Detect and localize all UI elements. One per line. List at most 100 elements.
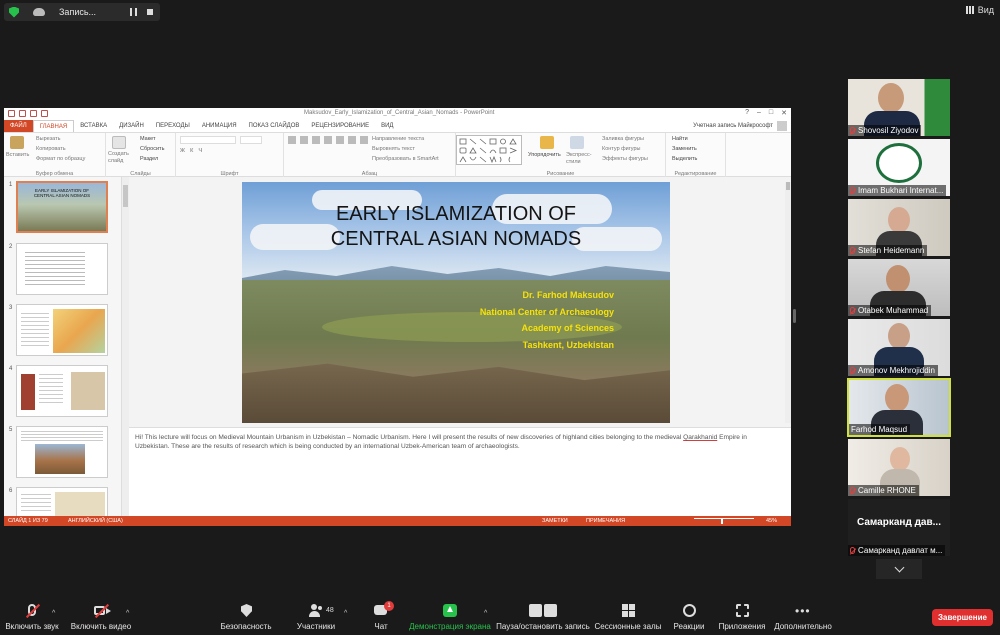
author-affiliation-1: National Center of Archaeology	[479, 306, 614, 317]
account-avatar[interactable]	[777, 121, 787, 131]
speaker-notes[interactable]: Hi! This lecture will focus on Medieval …	[129, 427, 791, 516]
tab-transitions[interactable]: ПЕРЕХОДЫ	[150, 120, 196, 132]
apps-button[interactable]: Приложения	[718, 598, 766, 635]
share-resize-handle[interactable]	[793, 309, 796, 323]
list-buttons[interactable]	[288, 136, 368, 144]
reset-button[interactable]: Сбросить	[140, 146, 164, 152]
notes-toggle[interactable]: ЗАМЕТКИ	[542, 518, 568, 524]
breakout-rooms-button[interactable]: Сессионные залы	[595, 598, 661, 635]
slide-scroll-thumb[interactable]	[786, 182, 790, 190]
zoom-slider[interactable]	[694, 518, 754, 519]
new-slide-button[interactable]: Создать слайд	[108, 151, 132, 165]
slide-thumbnail-6[interactable]	[16, 487, 108, 516]
security-button[interactable]: Безопасность	[220, 598, 272, 635]
find-button[interactable]: Найти	[672, 136, 688, 142]
participant-tile[interactable]: Imam Bukhari Internat...	[848, 139, 950, 196]
participants-icon	[308, 604, 324, 618]
tab-home[interactable]: ГЛАВНАЯ	[32, 120, 75, 132]
cut-button[interactable]: Вырезать	[36, 136, 60, 142]
paste-button[interactable]: Вставить	[6, 152, 29, 158]
participant-tile[interactable]: Camille RHONE	[848, 439, 950, 496]
arrange-button[interactable]: Упорядочить	[528, 152, 561, 158]
start-video-button[interactable]: Включить видео	[71, 598, 131, 635]
layout-button[interactable]: Макет	[140, 136, 156, 142]
participant-tile[interactable]: Самарканд дав... Самарканд давлат м...	[848, 499, 950, 556]
security-shield-icon[interactable]	[9, 6, 19, 18]
replace-button[interactable]: Заменить	[672, 146, 697, 152]
tab-review[interactable]: РЕЦЕНЗИРОВАНИЕ	[305, 120, 375, 132]
section-button[interactable]: Раздел	[140, 156, 158, 162]
tab-slideshow[interactable]: ПОКАЗ СЛАЙДОВ	[243, 120, 306, 132]
help-button[interactable]: ?	[745, 109, 749, 117]
slide-thumbnail-1[interactable]: EARLY ISLAMIZATION OF CENTRAL ASIAN NOMA…	[16, 181, 108, 233]
slide-thumbnail-4[interactable]	[16, 365, 108, 417]
more-label: Дополнительно	[774, 622, 832, 631]
participants-button[interactable]: Участники	[294, 598, 338, 635]
share-options-caret[interactable]: ^	[484, 610, 487, 617]
comments-toggle[interactable]: ПРИМЕЧАНИЯ	[586, 518, 625, 524]
tab-file[interactable]: ФАЙЛ	[4, 120, 33, 132]
participant-tile[interactable]: Shovosil Ziyodov	[848, 79, 950, 136]
tab-insert[interactable]: ВСТАВКА	[74, 120, 113, 132]
smartart-button[interactable]: Преобразовать в SmartArt	[372, 156, 439, 162]
shape-effects-button[interactable]: Эффекты фигуры	[602, 156, 648, 162]
format-painter-button[interactable]: Формат по образцу	[36, 156, 85, 162]
more-button[interactable]: ••• Дополнительно	[774, 598, 832, 635]
font-style-buttons[interactable]: ЖКЧ	[180, 148, 207, 154]
slide-thumbnail-pane[interactable]: 1 EARLY ISLAMIZATION OF CENTRAL ASIAN NO…	[4, 177, 122, 516]
copy-button[interactable]: Копировать	[36, 146, 66, 152]
align-text-button[interactable]: Выровнять текст	[372, 146, 415, 152]
show-more-participants-button[interactable]	[876, 559, 922, 579]
zoom-slider-knob[interactable]	[721, 518, 723, 524]
tab-view[interactable]: ВИД	[375, 120, 399, 132]
stop-recording-icon[interactable]	[147, 9, 154, 15]
select-button[interactable]: Выделить	[672, 156, 697, 162]
text-direction-button[interactable]: Направление текста	[372, 136, 424, 142]
thumb-map-image	[53, 309, 105, 353]
arrange-icon[interactable]	[540, 136, 554, 149]
shapes-gallery[interactable]	[456, 135, 522, 165]
participants-options-caret[interactable]: ^	[344, 610, 347, 617]
quick-styles-button[interactable]: Экспресс-стили	[566, 152, 594, 166]
participant-tile[interactable]: Stefan Heidemann	[848, 199, 950, 256]
paste-icon[interactable]	[10, 136, 24, 149]
undo-icon[interactable]	[19, 110, 26, 117]
share-screen-button[interactable]: Демонстрация экрана	[409, 598, 491, 635]
pause-stop-recording-button[interactable]: Пауза/остановить запись	[496, 598, 590, 635]
tab-design[interactable]: ДИЗАЙН	[113, 120, 150, 132]
maximize-button[interactable]: □	[769, 109, 773, 117]
account-label[interactable]: Учетная запись Майкрософт	[693, 123, 773, 129]
participant-tile[interactable]: Otabek Muhammad	[848, 259, 950, 316]
start-show-icon[interactable]	[41, 110, 48, 117]
reactions-button[interactable]: Реакции	[672, 598, 706, 635]
font-size-box[interactable]	[240, 136, 262, 144]
shape-fill-button[interactable]: Заливка фигуры	[602, 136, 644, 142]
slide-thumbnail-5[interactable]	[16, 426, 108, 478]
zoom-level[interactable]: 45%	[766, 518, 777, 524]
thumbnail-scroll-thumb[interactable]	[123, 185, 128, 207]
new-slide-icon[interactable]	[112, 136, 126, 149]
current-slide[interactable]: EARLY ISLAMIZATION OF CENTRAL ASIAN NOMA…	[242, 182, 670, 423]
active-speaker-tile[interactable]: Farhod Maqsud	[847, 378, 951, 437]
audio-options-caret[interactable]: ^	[52, 610, 55, 617]
tab-animation[interactable]: АНИМАЦИЯ	[196, 120, 243, 132]
slide-thumbnail-3[interactable]	[16, 304, 108, 356]
participant-tile[interactable]: Amonov Mekhrojiddin	[848, 319, 950, 376]
save-icon[interactable]	[8, 110, 15, 117]
slide-scrollbar[interactable]	[785, 182, 791, 423]
thumbnail-scrollbar[interactable]	[122, 177, 129, 516]
pause-recording-icon[interactable]	[130, 8, 138, 16]
shape-outline-button[interactable]: Контур фигуры	[602, 146, 640, 152]
close-button[interactable]: ✕	[781, 109, 787, 117]
ribbon-tabs: ФАЙЛ ГЛАВНАЯ ВСТАВКА ДИЗАЙН ПЕРЕХОДЫ АНИ…	[4, 120, 791, 132]
video-options-caret[interactable]: ^	[126, 610, 129, 617]
slide-thumbnail-2[interactable]	[16, 243, 108, 295]
end-meeting-button[interactable]: Завершение	[932, 609, 993, 626]
unmute-button[interactable]: Включить звук	[5, 598, 59, 635]
language-indicator[interactable]: АНГЛИЙСКИЙ (США)	[68, 518, 123, 524]
redo-icon[interactable]	[30, 110, 37, 117]
font-name-box[interactable]	[180, 136, 236, 144]
view-button[interactable]: Вид	[965, 5, 994, 15]
minimize-button[interactable]: –	[757, 109, 761, 117]
quick-styles-icon[interactable]	[570, 136, 584, 149]
